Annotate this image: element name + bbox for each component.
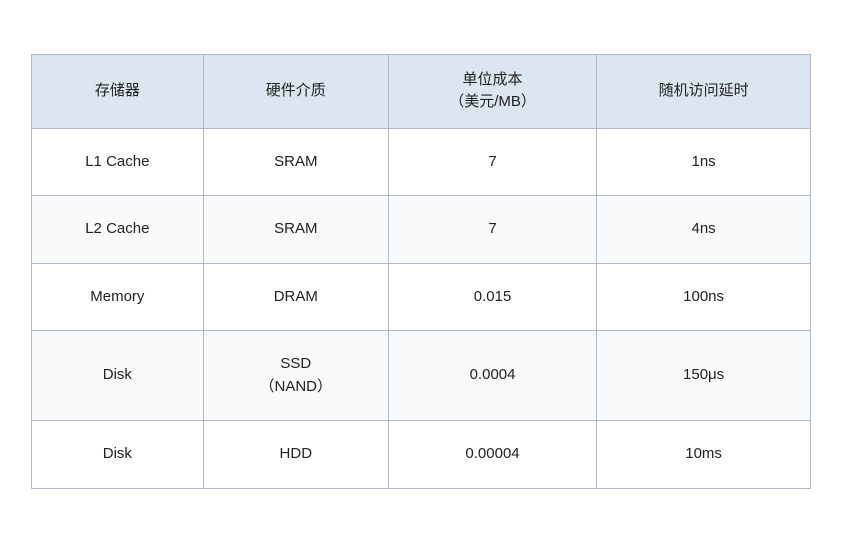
cell-medium: SRAM [203,196,388,264]
cell-storage: L2 Cache [32,196,204,264]
table-row: DiskHDD0.0000410ms [32,421,811,489]
cell-storage: L1 Cache [32,128,204,196]
header-latency: 随机访问延时 [597,54,811,128]
cell-cost: 7 [388,128,596,196]
table-row: L1 CacheSRAM71ns [32,128,811,196]
cell-medium: SRAM [203,128,388,196]
header-cost: 单位成本（美元/MB） [388,54,596,128]
cell-latency: 1ns [597,128,811,196]
cell-latency: 100ns [597,263,811,331]
cell-cost: 0.015 [388,263,596,331]
table-row: L2 CacheSRAM74ns [32,196,811,264]
header-medium: 硬件介质 [203,54,388,128]
cell-cost: 0.00004 [388,421,596,489]
cell-cost: 0.0004 [388,331,596,421]
table-row: DiskSSD（NAND）0.0004150μs [32,331,811,421]
cell-latency: 10ms [597,421,811,489]
table-header-row: 存储器 硬件介质 单位成本（美元/MB） 随机访问延时 [32,54,811,128]
cell-cost: 7 [388,196,596,264]
cell-storage: Memory [32,263,204,331]
cell-storage: Disk [32,331,204,421]
cell-latency: 4ns [597,196,811,264]
cell-medium: SSD（NAND） [203,331,388,421]
cell-latency: 150μs [597,331,811,421]
header-storage: 存储器 [32,54,204,128]
cell-medium: DRAM [203,263,388,331]
cell-medium: HDD [203,421,388,489]
storage-comparison-table: 存储器 硬件介质 单位成本（美元/MB） 随机访问延时 L1 CacheSRAM… [31,54,811,489]
cell-storage: Disk [32,421,204,489]
table-row: MemoryDRAM0.015100ns [32,263,811,331]
